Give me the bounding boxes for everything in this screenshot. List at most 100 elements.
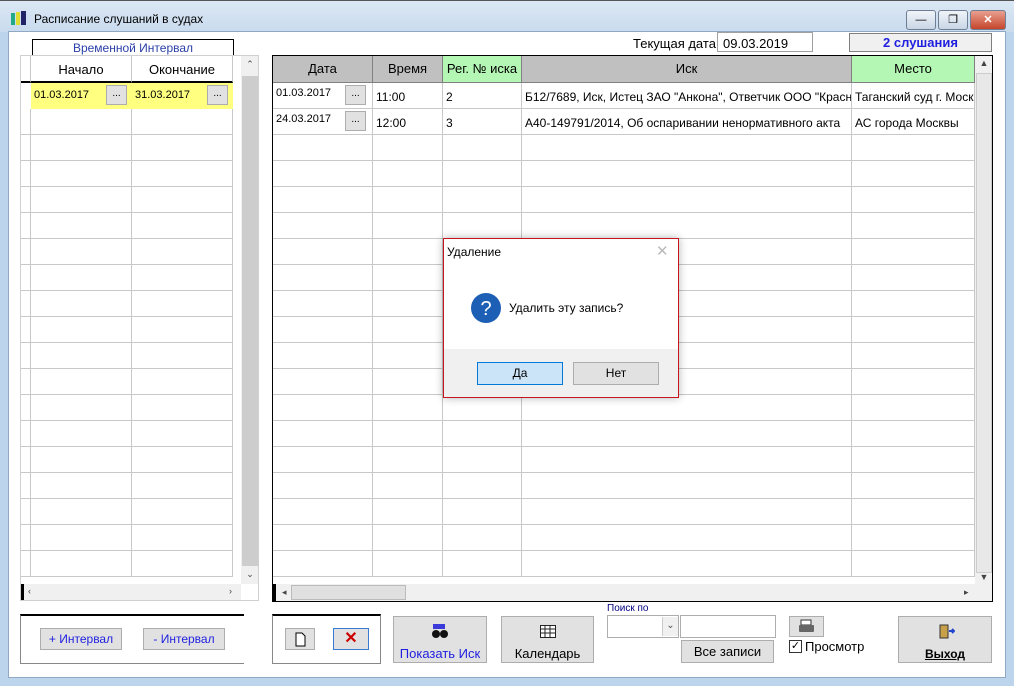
calendar-button[interactable]: Календарь (501, 616, 594, 663)
table-row[interactable] (21, 265, 233, 291)
column-header-end[interactable]: Окончание (132, 56, 233, 83)
scroll-down-icon[interactable]: ⌄ (241, 569, 258, 580)
table-row[interactable] (273, 421, 975, 447)
scroll-thumb[interactable] (291, 585, 406, 600)
table-cell (31, 135, 132, 161)
column-header-date[interactable]: Дата (273, 56, 373, 83)
new-record-button[interactable] (285, 628, 315, 650)
table-cell (21, 421, 31, 447)
vertical-scrollbar[interactable]: ⌃ ⌄ (241, 56, 258, 584)
table-cell (132, 135, 233, 161)
table-row[interactable] (273, 395, 975, 421)
table-row[interactable] (273, 161, 975, 187)
table-row[interactable] (21, 473, 233, 499)
title-bar: Расписание слушаний в судах — ❐ ✕ (0, 0, 1014, 32)
scroll-up-icon[interactable]: ⌃ (241, 59, 258, 70)
table-row[interactable] (21, 499, 233, 525)
add-interval-button[interactable]: + Интервал (40, 628, 122, 650)
table-row[interactable] (273, 499, 975, 525)
close-button[interactable]: ✕ (970, 10, 1006, 30)
preview-checkbox[interactable]: ✓ (789, 640, 802, 653)
remove-interval-button[interactable]: - Интервал (143, 628, 225, 650)
table-row[interactable]: 01.03.2017 ... 31.03.2017 ... (31, 83, 233, 109)
table-row[interactable] (273, 551, 975, 577)
table-row[interactable] (273, 447, 975, 473)
yes-button[interactable]: Да (477, 362, 563, 385)
column-header-place[interactable]: Место (852, 56, 975, 83)
start-date-picker-button[interactable]: ... (106, 85, 127, 105)
exit-button[interactable]: Выход (898, 616, 992, 663)
cell-time (373, 551, 443, 577)
current-date-field[interactable]: 09.03.2019 (717, 32, 813, 52)
table-row[interactable] (21, 161, 233, 187)
column-header-claim[interactable]: Иск (522, 56, 852, 83)
scroll-up-icon[interactable]: ▲ (975, 58, 992, 68)
table-row[interactable] (21, 343, 233, 369)
cell-claim (522, 187, 852, 213)
scroll-thumb[interactable] (976, 73, 992, 573)
table-row[interactable] (273, 473, 975, 499)
table-row[interactable] (273, 525, 975, 551)
table-cell (21, 525, 31, 551)
table-row[interactable]: 01.03.2017... 11:00 2 Б12/7689, Иск, Истец … (273, 83, 975, 109)
restore-button[interactable]: ❐ (938, 10, 968, 30)
show-claim-button[interactable]: Показать Иск (393, 616, 487, 663)
print-button[interactable] (789, 616, 824, 637)
table-row[interactable] (21, 551, 233, 577)
cell-reg-number (443, 187, 522, 213)
chevron-down-icon[interactable]: ⌄ (662, 617, 678, 636)
table-row[interactable] (21, 135, 233, 161)
table-row[interactable] (273, 135, 975, 161)
table-row[interactable] (273, 187, 975, 213)
interval-tab[interactable]: Временной Интервал (32, 39, 234, 56)
table-cell (132, 551, 233, 577)
scroll-thumb[interactable] (242, 76, 258, 566)
table-cell (21, 395, 31, 421)
scroll-right-icon[interactable]: › (229, 586, 232, 596)
all-records-button[interactable]: Все записи (681, 640, 774, 663)
table-row[interactable] (21, 239, 233, 265)
column-header-reg-number[interactable]: Рег. № иска (443, 56, 522, 83)
horizontal-scrollbar[interactable]: ‹ › (21, 584, 241, 600)
table-row[interactable] (21, 395, 233, 421)
table-cell (21, 473, 31, 499)
search-field-select[interactable]: ⌄ (607, 615, 679, 638)
table-row[interactable] (21, 421, 233, 447)
table-row[interactable] (21, 187, 233, 213)
table-row[interactable] (21, 109, 233, 135)
scroll-left-icon[interactable]: ◂ (282, 587, 287, 598)
table-row[interactable] (21, 213, 233, 239)
vertical-scrollbar[interactable]: ▲ ▼ (975, 56, 992, 584)
scroll-down-icon[interactable]: ▼ (975, 572, 992, 582)
table-cell (31, 213, 132, 239)
end-date-picker-button[interactable]: ... (207, 85, 228, 105)
cell-date (273, 473, 373, 499)
table-row[interactable] (21, 525, 233, 551)
no-button[interactable]: Нет (573, 362, 659, 385)
table-row[interactable] (21, 369, 233, 395)
search-input[interactable] (680, 615, 776, 638)
table-row[interactable] (273, 213, 975, 239)
table-cell (21, 265, 31, 291)
printer-icon (799, 619, 814, 632)
cell-place (852, 421, 975, 447)
column-header-start[interactable]: Начало (31, 56, 132, 83)
scroll-left-icon[interactable]: ‹ (28, 586, 31, 596)
cell-place (852, 343, 975, 369)
cell-place (852, 317, 975, 343)
table-row[interactable] (21, 317, 233, 343)
minimize-button[interactable]: — (906, 10, 936, 30)
table-cell (21, 135, 31, 161)
table-row[interactable] (21, 291, 233, 317)
scroll-right-icon[interactable]: ▸ (964, 587, 969, 598)
dialog-message: Удалить эту запись? (509, 301, 624, 315)
dialog-close-icon[interactable]: ✕ (656, 242, 669, 260)
horizontal-scrollbar[interactable]: ◂ ▸ (273, 584, 992, 601)
date-picker-button[interactable]: ... (345, 85, 366, 105)
table-row[interactable]: 24.03.2017... 12:00 3 А40-149791/2014, Об о… (273, 109, 975, 135)
delete-record-button[interactable]: ✕ (333, 628, 369, 650)
column-header-time[interactable]: Время (373, 56, 443, 83)
date-picker-button[interactable]: ... (345, 111, 366, 131)
table-cell (132, 187, 233, 213)
table-row[interactable] (21, 447, 233, 473)
